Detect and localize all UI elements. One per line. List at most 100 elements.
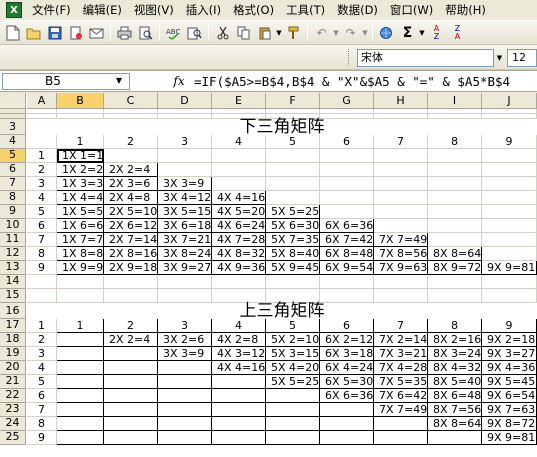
cell-i9[interactable] [428, 205, 482, 219]
column-header-b[interactable]: B [57, 93, 104, 109]
menu-view[interactable]: 视图(V) [128, 1, 180, 19]
row-header[interactable]: 11 [0, 232, 26, 247]
cell-f24[interactable] [266, 417, 320, 431]
cell-e11[interactable]: 4X 7=28 [212, 233, 266, 247]
cell-i22[interactable]: 8X 6=48 [428, 389, 482, 403]
cell-i13[interactable]: 8X 9=72 [428, 261, 482, 275]
menu-edit[interactable]: 编辑(E) [77, 1, 128, 19]
cell-j6[interactable] [482, 163, 537, 177]
row-header[interactable]: 16 [0, 303, 26, 319]
cell-j23[interactable]: 9X 7=63 [482, 403, 537, 417]
cell-g15[interactable] [320, 289, 374, 303]
cell-b21[interactable] [57, 375, 104, 389]
cell-d25[interactable] [158, 431, 212, 445]
cell-h17[interactable]: 7 [374, 319, 428, 333]
cell-c19[interactable] [104, 347, 158, 361]
cell-g11[interactable]: 6X 7=42 [320, 233, 374, 247]
autosum-dropdown-icon[interactable]: ▼ [418, 29, 426, 37]
cell-h6[interactable] [374, 163, 428, 177]
cell-g10[interactable]: 6X 6=36 [320, 219, 374, 233]
cell-j14[interactable] [482, 275, 537, 289]
cell-j7[interactable] [482, 177, 537, 191]
row-header[interactable]: 8 [0, 190, 26, 205]
toolbar-grip[interactable] [348, 49, 351, 66]
format-painter-icon[interactable] [284, 23, 303, 42]
cell-b22[interactable] [57, 389, 104, 403]
cell-j10[interactable] [482, 219, 537, 233]
cell-g5[interactable] [320, 149, 374, 163]
column-header-c[interactable]: C [104, 93, 158, 109]
cell-j8[interactable] [482, 191, 537, 205]
column-header-f[interactable]: F [266, 93, 320, 109]
cell-a6[interactable]: 2 [27, 163, 57, 177]
name-box-dropdown-icon[interactable]: ▼ [110, 73, 128, 88]
cell-b19[interactable] [57, 347, 104, 361]
cell-a23[interactable]: 7 [27, 403, 57, 417]
spelling-icon[interactable]: ABC [164, 23, 183, 42]
cell-h15[interactable] [374, 289, 428, 303]
cell-j20[interactable]: 9X 4=36 [482, 361, 537, 375]
cell-i6[interactable] [428, 163, 482, 177]
cell-d21[interactable] [158, 375, 212, 389]
cell-j19[interactable]: 9X 3=27 [482, 347, 537, 361]
cell-b17[interactable]: 1 [57, 319, 104, 333]
permission-icon[interactable] [66, 23, 85, 42]
cell-i19[interactable]: 8X 3=24 [428, 347, 482, 361]
menu-tools[interactable]: 工具(T) [280, 1, 331, 19]
cell-e25[interactable] [212, 431, 266, 445]
cell-a10[interactable]: 6 [27, 219, 57, 233]
cell-g17[interactable]: 6 [320, 319, 374, 333]
column-header-e[interactable]: E [212, 93, 266, 109]
cell-a15[interactable] [27, 289, 57, 303]
cell-e8[interactable]: 4X 4=16 [212, 191, 266, 205]
cell-h9[interactable] [374, 205, 428, 219]
cell-a7[interactable]: 3 [27, 177, 57, 191]
cell-d13[interactable]: 3X 9=27 [158, 261, 212, 275]
cell-f17[interactable]: 5 [266, 319, 320, 333]
row-header[interactable]: 7 [0, 176, 26, 191]
cell-a14[interactable] [27, 275, 57, 289]
cell-c9[interactable]: 2X 5=10 [104, 205, 158, 219]
insert-function-icon[interactable]: fx [168, 73, 190, 90]
cell-a20[interactable]: 4 [27, 361, 57, 375]
cell-b10[interactable]: 1X 6=6 [57, 219, 104, 233]
column-header-a[interactable]: A [27, 93, 57, 109]
autosum-icon[interactable]: Σ [398, 23, 417, 42]
cell-h23[interactable]: 7X 7=49 [374, 403, 428, 417]
cell-j12[interactable] [482, 247, 537, 261]
cell-e17[interactable]: 4 [212, 319, 266, 333]
cell-h19[interactable]: 7X 3=21 [374, 347, 428, 361]
cell-c20[interactable] [104, 361, 158, 375]
cell-c17[interactable]: 2 [104, 319, 158, 333]
cell-i20[interactable]: 8X 4=32 [428, 361, 482, 375]
cell-f7[interactable] [266, 177, 320, 191]
cell-e19[interactable]: 4X 3=12 [212, 347, 266, 361]
cell-c11[interactable]: 2X 7=14 [104, 233, 158, 247]
cell-j21[interactable]: 9X 5=45 [482, 375, 537, 389]
cell-g12[interactable]: 6X 8=48 [320, 247, 374, 261]
excel-app-icon[interactable]: X [6, 2, 22, 18]
cell-j4[interactable]: 9 [482, 135, 537, 149]
cell-d15[interactable] [158, 289, 212, 303]
research-icon[interactable] [185, 23, 204, 42]
cell-e5[interactable] [212, 149, 266, 163]
cell-h8[interactable] [374, 191, 428, 205]
cell-h4[interactable]: 7 [374, 135, 428, 149]
cell-a8[interactable]: 4 [27, 191, 57, 205]
cell-c8[interactable]: 2X 4=8 [104, 191, 158, 205]
cell-i11[interactable] [428, 233, 482, 247]
font-size-select[interactable]: 12 [507, 49, 537, 67]
cell-g4[interactable]: 6 [320, 135, 374, 149]
cell-j5[interactable] [482, 149, 537, 163]
cell-d20[interactable] [158, 361, 212, 375]
cell-h5[interactable] [374, 149, 428, 163]
cell-d17[interactable]: 3 [158, 319, 212, 333]
email-icon[interactable] [87, 23, 106, 42]
cell-h25[interactable] [374, 431, 428, 445]
cell-g14[interactable] [320, 275, 374, 289]
cell-b12[interactable]: 1X 8=8 [57, 247, 104, 261]
cell-j9[interactable] [482, 205, 537, 219]
cell-g19[interactable]: 6X 3=18 [320, 347, 374, 361]
cell-b15[interactable] [57, 289, 104, 303]
cell-i23[interactable]: 8X 7=56 [428, 403, 482, 417]
